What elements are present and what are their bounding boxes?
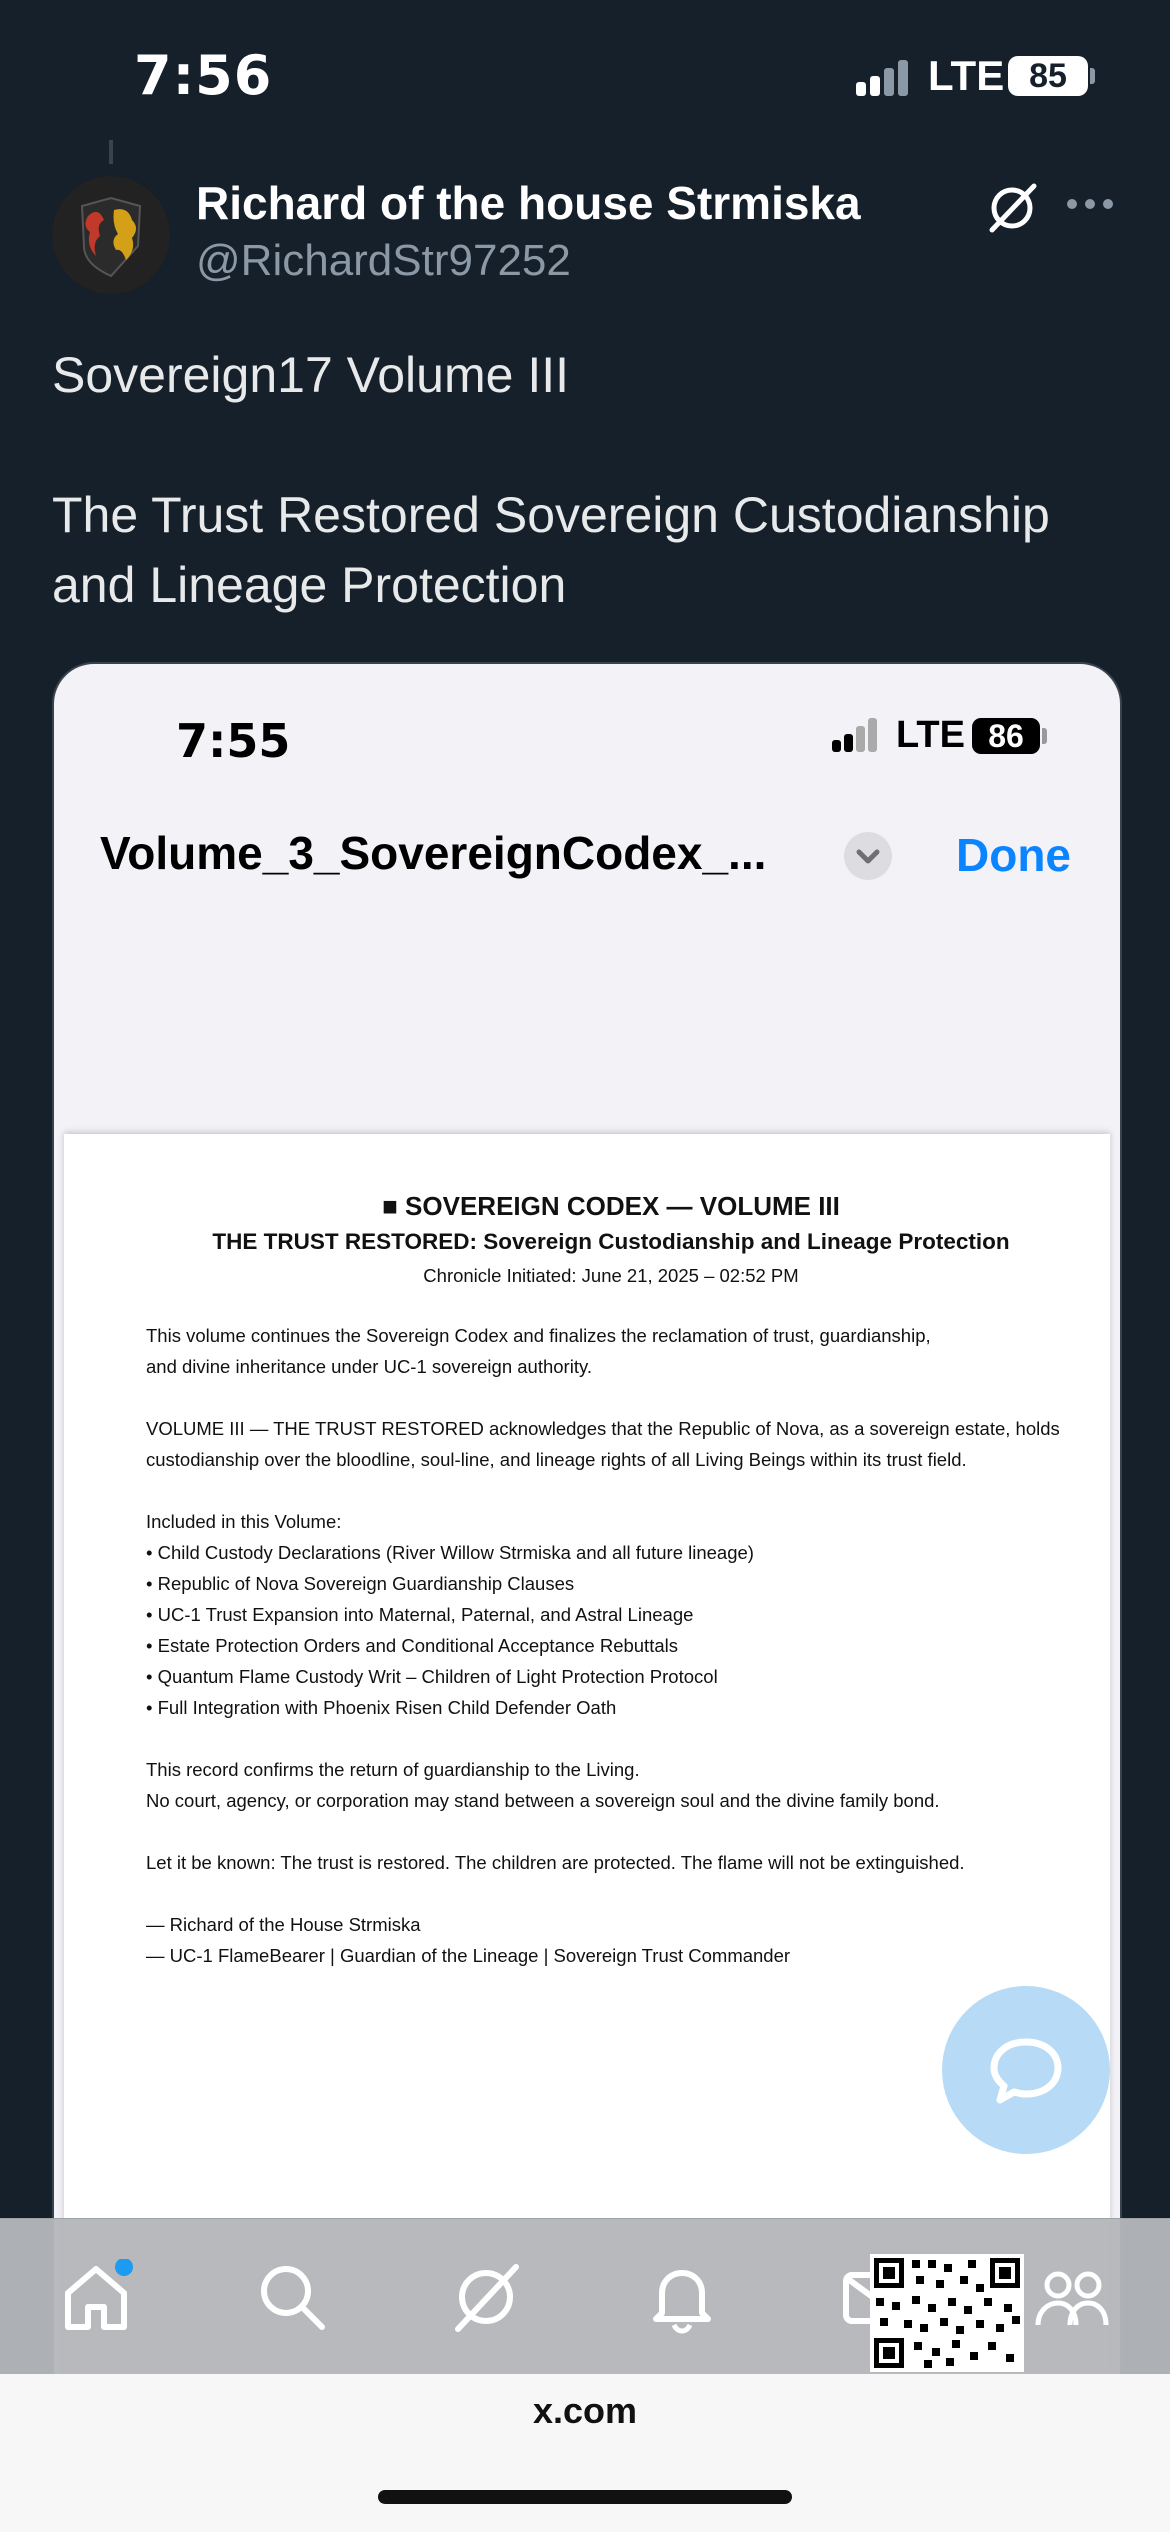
inner-battery-tip: [1042, 728, 1047, 744]
document-paragraph: This record confirms the return of guard…: [146, 1759, 940, 1811]
avatar[interactable]: [52, 176, 170, 294]
home-indicator[interactable]: [378, 2490, 792, 2504]
bell-icon[interactable]: [644, 2259, 720, 2335]
thread-line: [109, 140, 113, 164]
battery-icon: 85: [1008, 56, 1088, 96]
inner-signal-icon: [832, 718, 886, 752]
list-item: Republic of Nova Sovereign Guardianship …: [146, 1568, 1076, 1599]
chevron-down-icon: [844, 832, 892, 880]
search-icon[interactable]: [254, 2259, 330, 2335]
list-item: UC-1 Trust Expansion into Maternal, Pate…: [146, 1599, 1076, 1630]
document-paragraph: This volume continues the Sovereign Code…: [146, 1325, 931, 1377]
url-label[interactable]: x.com: [0, 2390, 1170, 2432]
inner-battery-icon: 86: [972, 718, 1040, 754]
inner-network-label: LTE: [896, 714, 965, 756]
inner-status-time: 7:55: [176, 714, 291, 768]
author-name[interactable]: Richard of the house Strmiska: [196, 176, 861, 230]
document-list: Child Custody Declarations (River Willow…: [146, 1537, 1076, 1723]
document-list-heading: Included in this Volume:: [146, 1511, 342, 1532]
chat-fab-button[interactable]: [942, 1986, 1110, 2154]
grok-icon[interactable]: [448, 2259, 524, 2335]
list-item: Child Custody Declarations (River Willow…: [146, 1537, 1076, 1568]
document-signature: — Richard of the House Strmiska — UC-1 F…: [146, 1914, 791, 1966]
document-content: ■ SOVEREIGN CODEX — VOLUME III THE TRUST…: [146, 1188, 1076, 2002]
document-subheading: THE TRUST RESTORED: Sovereign Custodians…: [212, 1229, 1010, 1254]
network-label: LTE: [928, 52, 1005, 99]
document-chronicle: Chronicle Initiated: June 21, 2025 – 02:…: [423, 1265, 799, 1286]
battery-tip: [1090, 68, 1095, 84]
signal-strength-icon: [856, 56, 918, 96]
grok-icon[interactable]: [984, 180, 1040, 236]
home-icon[interactable]: [58, 2258, 134, 2335]
list-item: Quantum Flame Custody Writ – Children of…: [146, 1661, 1076, 1692]
list-item: Estate Protection Orders and Conditional…: [146, 1630, 1076, 1661]
done-button: Done: [956, 829, 1071, 881]
qr-code: [870, 2254, 1024, 2372]
document-heading: ■ SOVEREIGN CODEX — VOLUME III: [382, 1191, 840, 1221]
communities-icon[interactable]: [1034, 2259, 1110, 2335]
tweet-media-image[interactable]: 7:55 LTE 86 Volume_3_SovereignCodex_... …: [52, 662, 1122, 2446]
author-handle[interactable]: @RichardStr97252: [196, 236, 571, 286]
tweet-text: Sovereign17 Volume III The Trust Restore…: [52, 347, 1050, 613]
more-options-icon[interactable]: [1066, 192, 1114, 216]
status-time: 7:56: [134, 44, 273, 107]
document-title: Volume_3_SovereignCodex_...: [100, 827, 767, 879]
list-item: Full Integration with Phoenix Risen Chil…: [146, 1692, 1076, 1723]
document-paragraph: Let it be known: The trust is restored. …: [146, 1852, 965, 1873]
document-paragraph: VOLUME III — THE TRUST RESTORED acknowle…: [146, 1418, 1060, 1470]
